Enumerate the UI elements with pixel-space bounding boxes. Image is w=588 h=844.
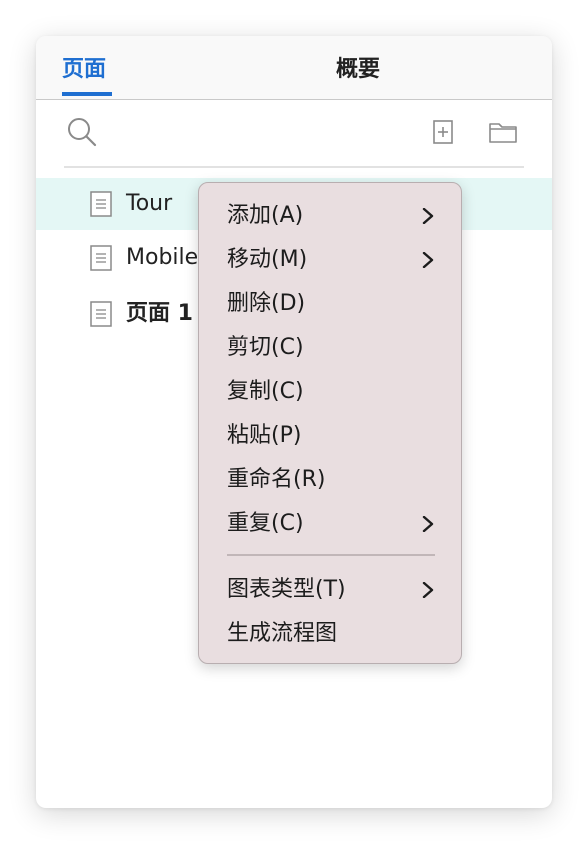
chevron-right-icon — [422, 252, 434, 268]
menu-item-copy[interactable]: 复制(C) — [199, 370, 461, 414]
tab-pages[interactable]: 页面 — [62, 56, 106, 84]
menu-item-cut[interactable]: 剪切(C) — [199, 326, 461, 370]
menu-item-label: 移动(M) — [227, 247, 308, 272]
toolbar-divider — [64, 166, 524, 168]
page-document-icon — [90, 191, 112, 217]
page-document-icon — [90, 301, 112, 327]
menu-item-diagram-type[interactable]: 图表类型(T) — [199, 568, 461, 612]
menu-item-duplicate[interactable]: 重复(C) — [199, 502, 461, 546]
chevron-right-icon — [422, 582, 434, 598]
menu-item-label: 重命名(R) — [227, 467, 326, 492]
menu-item-label: 粘贴(P) — [227, 423, 302, 448]
menu-item-label: 生成流程图 — [227, 621, 338, 646]
chevron-right-icon — [422, 208, 434, 224]
page-item-label: 页面 1 — [126, 301, 193, 326]
menu-item-label: 图表类型(T) — [227, 577, 346, 602]
menu-item-generate-flowchart[interactable]: 生成流程图 — [199, 612, 461, 656]
menu-separator — [227, 554, 435, 556]
menu-item-paste[interactable]: 粘贴(P) — [199, 414, 461, 458]
chevron-right-icon — [422, 516, 434, 532]
menu-item-label: 复制(C) — [227, 379, 304, 404]
menu-item-label: 剪切(C) — [227, 335, 304, 360]
menu-item-add[interactable]: 添加(A) — [199, 194, 461, 238]
page-item-label: Mobile — [126, 245, 199, 270]
menu-item-move[interactable]: 移动(M) — [199, 238, 461, 282]
menu-item-rename[interactable]: 重命名(R) — [199, 458, 461, 502]
page-item-label: Tour — [126, 191, 173, 216]
page-document-icon — [90, 245, 112, 271]
folder-icon[interactable] — [488, 120, 518, 144]
tab-outline[interactable]: 概要 — [336, 56, 380, 84]
menu-item-label: 添加(A) — [227, 203, 304, 228]
menu-item-delete[interactable]: 删除(D) — [199, 282, 461, 326]
active-tab-indicator — [62, 92, 112, 96]
panel-header: 页面 概要 — [36, 36, 552, 100]
menu-item-label: 删除(D) — [227, 291, 306, 316]
menu-item-label: 重复(C) — [227, 511, 304, 536]
context-menu: 添加(A) 移动(M) 删除(D) 剪切(C) 复制(C) 粘贴(P) 重命名(… — [198, 182, 462, 664]
search-icon[interactable] — [66, 116, 98, 148]
add-page-icon[interactable] — [432, 120, 454, 144]
